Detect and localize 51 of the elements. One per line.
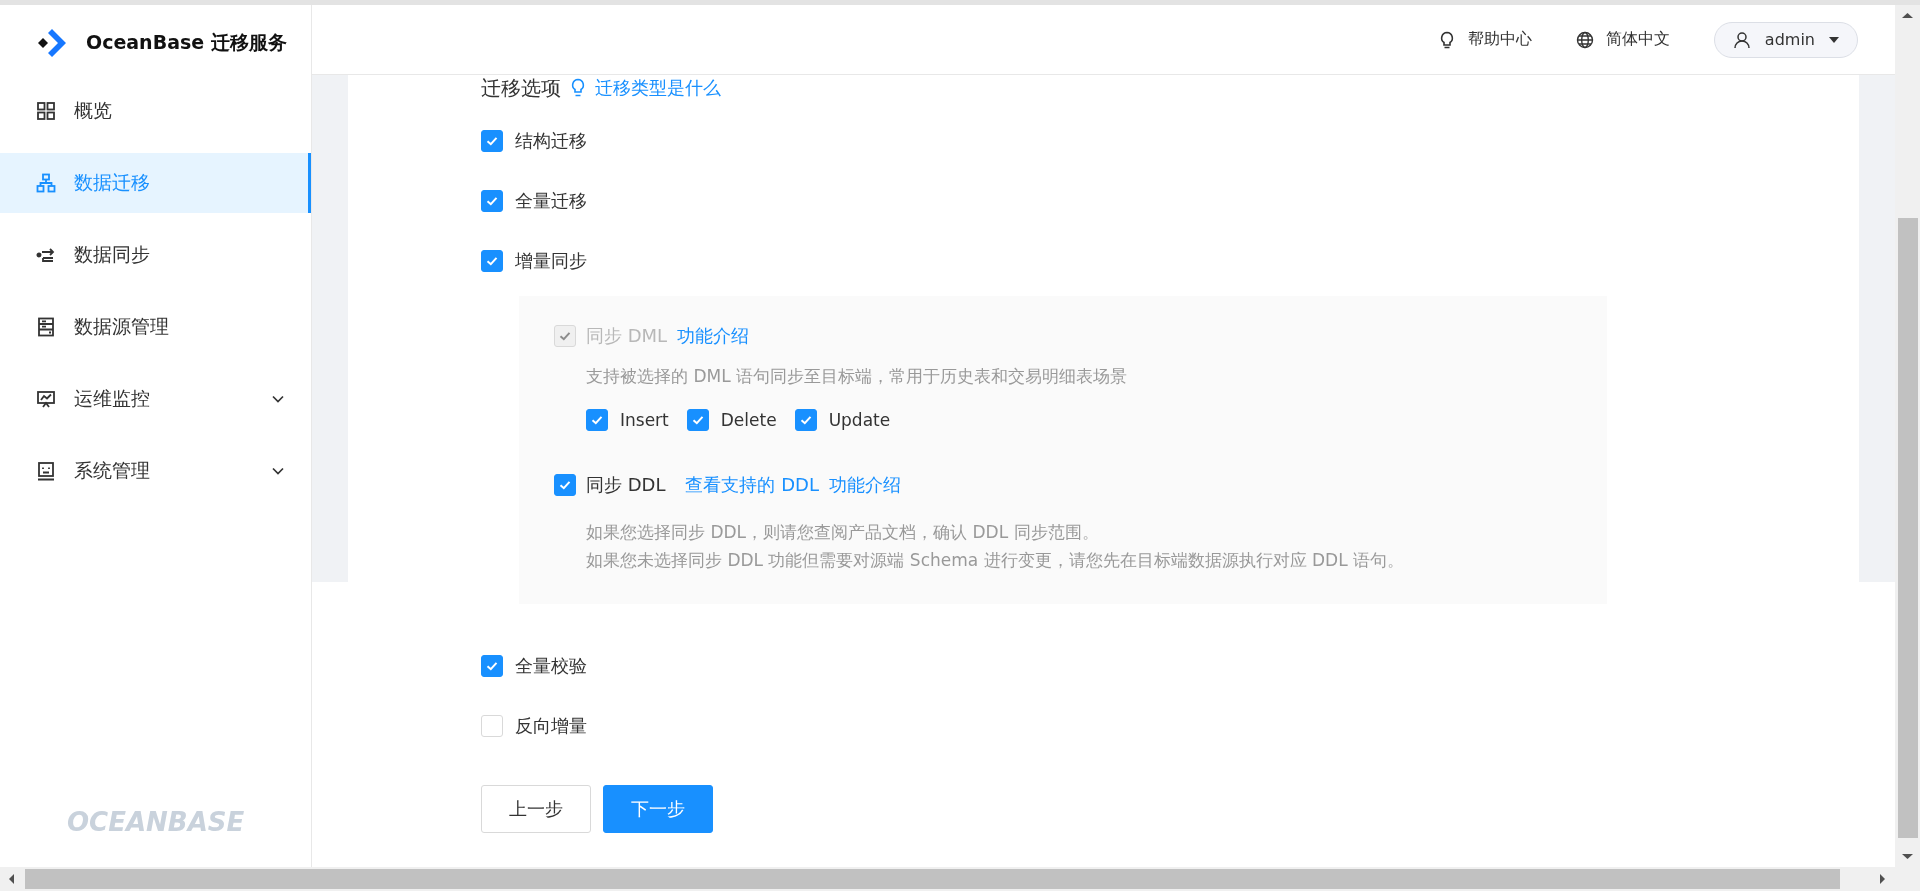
vertical-scrollbar[interactable] bbox=[1895, 5, 1920, 867]
checkmark-icon bbox=[690, 413, 705, 427]
back-button[interactable]: 上一步 bbox=[481, 785, 591, 833]
checkbox-label: Update bbox=[828, 410, 891, 430]
checkbox[interactable] bbox=[481, 655, 503, 677]
checkmark-icon bbox=[485, 659, 499, 673]
description-text: 如果您未选择同步 DDL 功能但需要对源端 Schema 进行变更，请您先在目标端数据源执行对应 DDL 语句。 bbox=[585, 549, 1406, 572]
checkmark-icon bbox=[485, 194, 499, 208]
caret-icon bbox=[1829, 36, 1839, 43]
globe-icon bbox=[1575, 30, 1594, 49]
terminal-icon bbox=[36, 461, 56, 481]
header-link[interactable]: 简体中文 bbox=[1575, 29, 1670, 50]
app-title: OceanBase 迁移服务 bbox=[86, 30, 287, 55]
checkbox-label: 全量迁移 bbox=[515, 189, 587, 213]
checkbox-label: Delete bbox=[720, 410, 777, 430]
checkbox-label: 同步 DDL bbox=[586, 473, 666, 497]
description-text: 支持被选择的 DML 语句同步至目标端，常用于历史表和交易明细表场景 bbox=[585, 365, 1129, 388]
arrows-icon bbox=[36, 245, 56, 265]
checkmark-icon bbox=[798, 413, 813, 427]
sidebar-item[interactable]: 数据源管理 bbox=[0, 297, 311, 357]
sidebar-item[interactable]: 运维监控 bbox=[0, 369, 311, 429]
checkmark-icon bbox=[590, 413, 604, 427]
server-icon bbox=[36, 317, 56, 337]
checkbox-label: Insert bbox=[620, 410, 669, 430]
checkmark-icon bbox=[485, 134, 499, 148]
checkbox-label: 全量校验 bbox=[515, 654, 587, 678]
sidebar-item[interactable]: 系统管理 bbox=[0, 441, 311, 501]
header-link[interactable]: 帮助中心 bbox=[1437, 29, 1532, 50]
hierarchy-icon bbox=[36, 173, 56, 193]
user-menu[interactable]: admin bbox=[1713, 21, 1858, 58]
scrollbar-thumb[interactable] bbox=[25, 869, 1840, 889]
checkbox[interactable] bbox=[481, 250, 503, 272]
monitor-icon bbox=[36, 389, 56, 409]
checkbox[interactable] bbox=[481, 130, 503, 152]
scrollbar-thumb[interactable] bbox=[1898, 218, 1918, 838]
grid-icon bbox=[36, 101, 56, 121]
checkmark-icon bbox=[485, 254, 499, 268]
bulb-icon bbox=[569, 78, 587, 98]
sidebar-item[interactable]: 数据同步 bbox=[0, 225, 311, 285]
checkbox-label: 同步 DML bbox=[586, 324, 668, 348]
checkbox-label: 增量同步 bbox=[515, 249, 587, 273]
checkbox-label: 反向增量 bbox=[515, 714, 587, 738]
sidebar-item[interactable]: 概览 bbox=[0, 81, 311, 141]
description-text: 如果您选择同步 DDL，则请您查阅产品文档，确认 DDL 同步范围。 bbox=[585, 521, 1100, 544]
horizontal-scrollbar[interactable] bbox=[0, 867, 1920, 891]
checkmark-icon bbox=[558, 478, 572, 492]
checkbox[interactable] bbox=[554, 474, 576, 496]
section-title: 迁移选项 bbox=[481, 74, 561, 102]
user-icon bbox=[1732, 30, 1751, 49]
checkbox[interactable] bbox=[481, 190, 503, 212]
checkbox-label: 结构迁移 bbox=[515, 129, 587, 153]
